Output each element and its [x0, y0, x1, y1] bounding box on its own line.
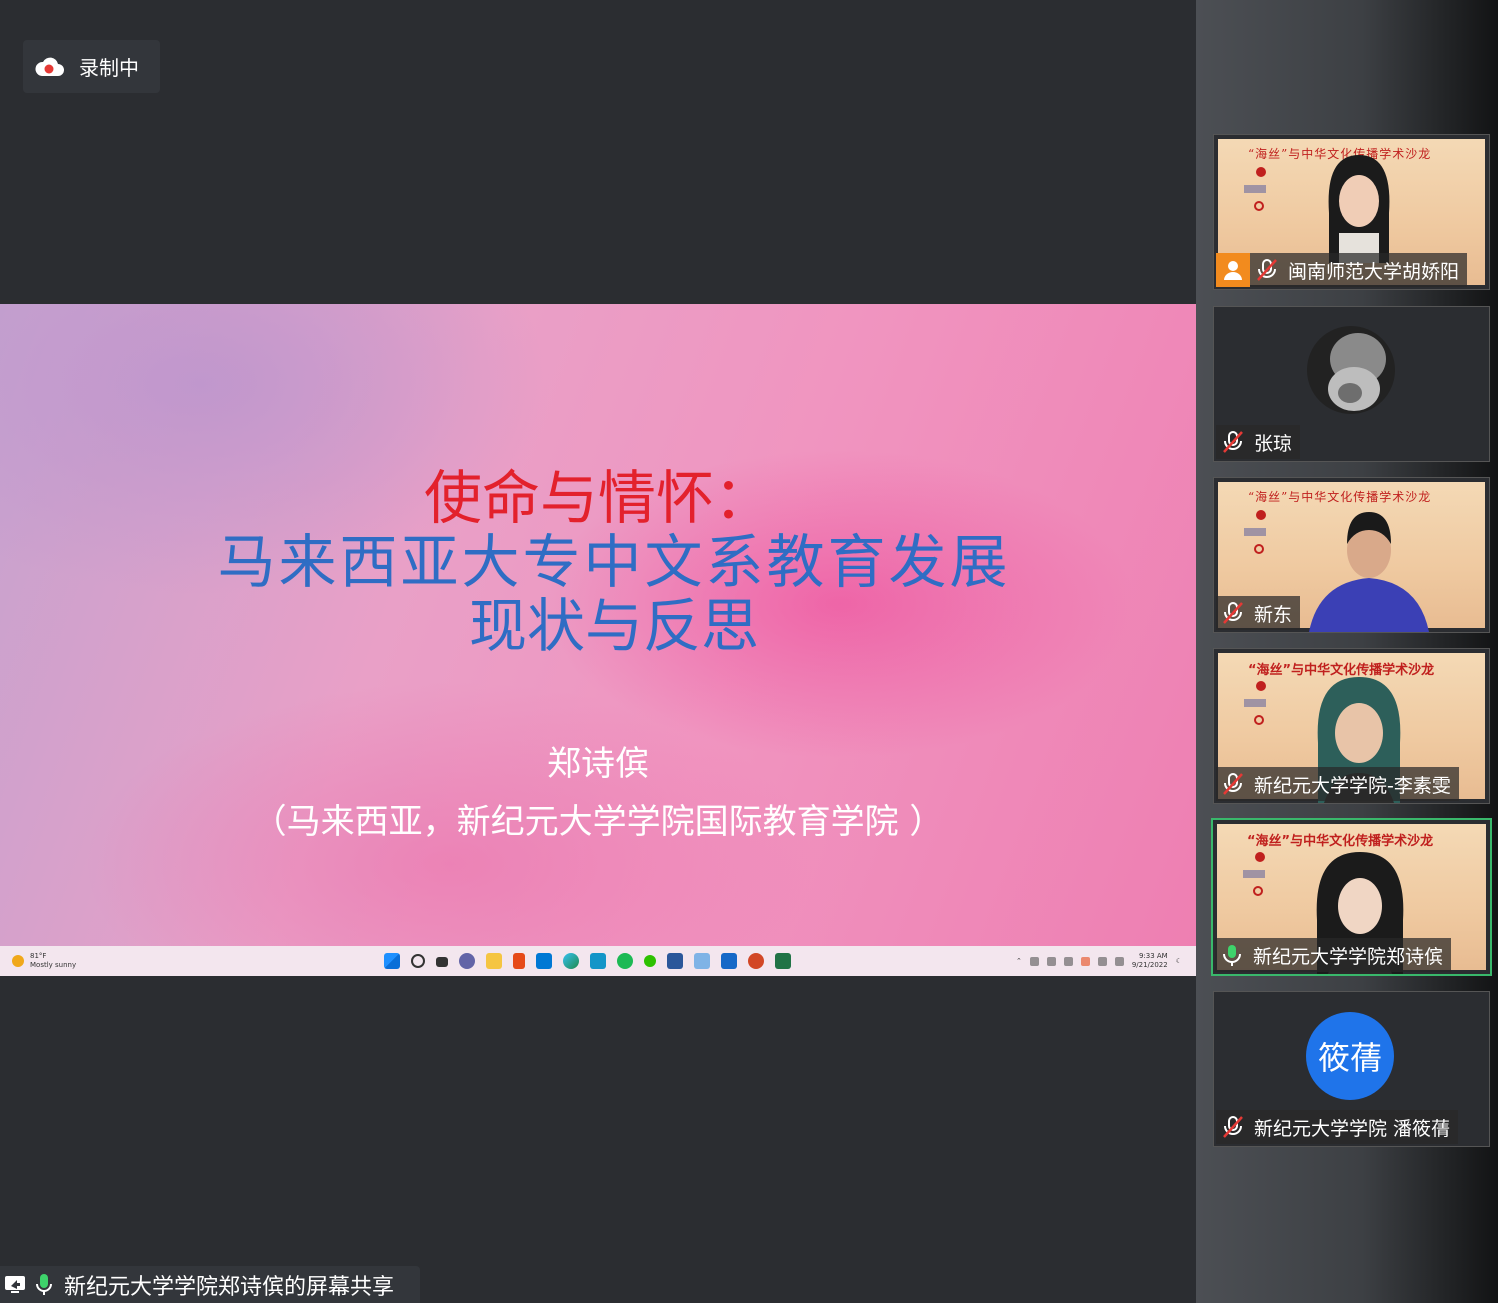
logo-icon — [1255, 852, 1265, 862]
logo-icon — [1243, 870, 1265, 878]
slide-author: 郑诗傧 — [547, 744, 649, 784]
event-banner: “海丝”与中华文化传播学术沙龙 — [1248, 490, 1432, 504]
participant-name-bar: 新东 — [1216, 596, 1301, 630]
clock-date: 9/21/2022 — [1131, 961, 1168, 969]
participant-name: 新东 — [1254, 603, 1293, 626]
screen-share-indicator[interactable]: 新纪元大学学院郑诗傧的屏幕共享 — [0, 1266, 420, 1303]
whiteboard-icon — [721, 953, 737, 969]
weather-temp: 81°F — [30, 952, 47, 960]
participant-name: 新纪元大学学院-李素雯 — [1254, 774, 1451, 797]
chevron-up-icon: ⌃ — [1015, 957, 1022, 965]
mic-muted-icon — [1223, 602, 1243, 624]
edge-icon — [563, 953, 579, 969]
logo-icon — [1254, 715, 1264, 725]
main-video-area: 录制中 使命与情怀： 马来西亚大专中文系教育发展 现状与反思 郑诗傧 （马来西亚… — [0, 0, 1196, 1303]
mic-muted-icon — [1223, 431, 1243, 453]
notification-icon: ☾ — [1175, 957, 1182, 965]
recording-indicator[interactable]: 录制中 — [23, 40, 160, 93]
onedrive-icon — [1029, 956, 1039, 966]
tray-app-icon — [1063, 956, 1073, 966]
mic-muted-icon — [1223, 773, 1243, 795]
participant-name: 张琼 — [1254, 432, 1293, 455]
wechat-icon — [644, 955, 656, 967]
slide-affiliation: （马来西亚，新纪元大学学院国际教育学院 ） — [252, 802, 944, 842]
mic-muted-icon — [1223, 1116, 1243, 1138]
excel-icon — [775, 953, 791, 969]
wifi-icon — [1097, 956, 1107, 966]
participant-name-bar: 张琼 — [1216, 425, 1301, 459]
logo-icon — [1254, 544, 1264, 554]
logo-icon — [1256, 510, 1266, 520]
logo-icon — [1244, 699, 1266, 707]
mic-active-icon — [1223, 945, 1241, 966]
logo-icon — [1244, 185, 1266, 193]
logo-icon — [1256, 167, 1266, 177]
recording-label: 录制中 — [79, 56, 139, 80]
mic-active-icon — [36, 1273, 52, 1295]
taskbar-apps — [384, 953, 791, 969]
logo-icon — [1254, 201, 1264, 211]
participant-video — [1309, 512, 1429, 632]
system-tray: ⌃ 9:33 AM 9/21/2022 ☾ — [1016, 952, 1182, 970]
participant-tile[interactable]: “海丝”与中华文化传播学术沙龙 新纪元大学学院-李素雯 — [1213, 648, 1490, 804]
mail-icon — [536, 953, 552, 969]
participant-name-bar: 新纪元大学学院 潘筱蒨 — [1216, 1110, 1459, 1144]
avatar: 筱蒨 — [1306, 1012, 1394, 1100]
spotify-icon — [617, 953, 633, 969]
search-icon — [411, 954, 425, 968]
cloud-recording-icon — [35, 57, 64, 76]
snipping-icon — [694, 953, 710, 969]
start-icon — [384, 953, 400, 969]
shared-slide: 使命与情怀： 马来西亚大专中文系教育发展 现状与反思 郑诗傧 （马来西亚，新纪元… — [0, 304, 1196, 946]
participant-name-bar: 闽南师范大学胡娇阳 — [1216, 253, 1468, 287]
participant-tile[interactable]: “海丝”与中华文化传播学术沙龙 闽南师范大学胡娇阳 — [1213, 134, 1490, 290]
sun-icon — [12, 955, 24, 967]
participant-tile[interactable]: “海丝”与中华文化传播学术沙龙 新东 — [1213, 477, 1490, 633]
participant-tile[interactable]: 张琼 — [1213, 306, 1490, 462]
powerpoint-icon — [748, 953, 764, 969]
slide-title-line2: 现状与反思 — [468, 592, 759, 660]
logo-icon — [1253, 886, 1263, 896]
weather-widget: 81°F Mostly sunny — [12, 952, 92, 970]
tray-app2-icon — [1080, 956, 1090, 966]
clock: 9:33 AM 9/21/2022 — [1132, 952, 1168, 970]
tray-mic-icon — [1046, 956, 1056, 966]
participant-video — [1328, 155, 1390, 263]
slide-title-red: 使命与情怀： — [423, 464, 772, 532]
weather-desc: Mostly sunny — [30, 961, 77, 969]
office-icon — [513, 953, 525, 969]
mic-muted-icon — [1257, 259, 1277, 281]
clock-time: 9:33 AM — [1138, 952, 1168, 960]
logo-icon — [1256, 681, 1266, 691]
volume-icon — [1114, 956, 1124, 966]
lion-avatar-photo — [1307, 326, 1395, 414]
participant-name-bar: 新纪元大学学院郑诗傧 — [1215, 938, 1452, 972]
participant-tile[interactable]: 筱蒨 新纪元大学学院 潘筱蒨 — [1213, 991, 1490, 1147]
chat-icon — [459, 953, 475, 969]
slide-title-line1: 马来西亚大专中文系教育发展 — [217, 528, 1011, 596]
participant-name: 新纪元大学学院 潘筱蒨 — [1254, 1117, 1451, 1140]
file-explorer-icon — [486, 953, 502, 969]
screen-share-label: 新纪元大学学院郑诗傧的屏幕共享 — [64, 1274, 395, 1300]
logo-icon — [1244, 528, 1266, 536]
participant-name: 闽南师范大学胡娇阳 — [1288, 260, 1460, 283]
shared-windows-taskbar: 81°F Mostly sunny ⌃ 9:33 AM 9/21/2022 ☾ — [0, 946, 1196, 976]
participant-name-bar: 新纪元大学学院-李素雯 — [1216, 767, 1459, 801]
screen-share-icon — [5, 1275, 25, 1293]
word-icon — [667, 953, 683, 969]
host-user-icon — [1216, 253, 1250, 287]
task-view-icon — [436, 957, 448, 967]
l-app-icon — [590, 953, 606, 969]
participant-name: 新纪元大学学院郑诗傧 — [1253, 945, 1444, 968]
participant-tile-active-speaker[interactable]: “海丝”与中华文化传播学术沙龙 新纪元大学学院郑诗傧 — [1211, 818, 1492, 976]
